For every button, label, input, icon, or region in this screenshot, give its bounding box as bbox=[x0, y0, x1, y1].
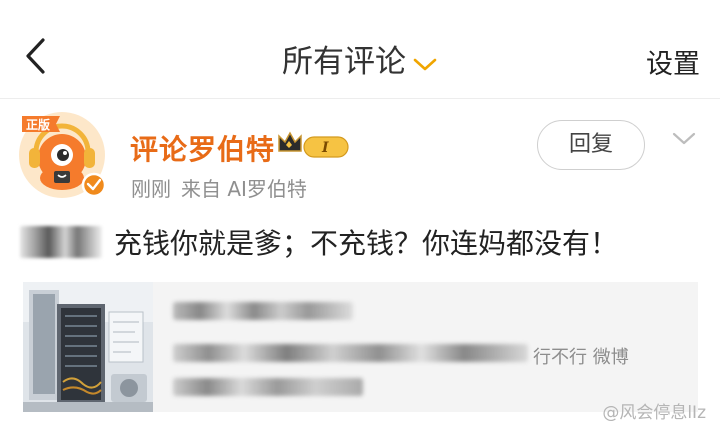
comment-meta: 刚刚 来自 AI罗伯特 bbox=[131, 173, 317, 202]
card-meta-blurred bbox=[173, 378, 363, 396]
avatar-flag-text: 正版 bbox=[26, 117, 50, 132]
watermark: @风会停息lIz bbox=[602, 403, 706, 423]
card-description-blurred bbox=[173, 344, 528, 362]
server-rack-thumbnail bbox=[23, 282, 153, 412]
comment-time: 刚刚 bbox=[131, 177, 171, 201]
top-nav: 所有评论 设置 bbox=[0, 0, 720, 100]
settings-button[interactable]: 设置 bbox=[646, 42, 700, 81]
crown-icon bbox=[275, 127, 305, 161]
link-card[interactable]: 行不行 微博 bbox=[23, 282, 698, 412]
page-title: 所有评论 bbox=[282, 44, 406, 80]
comment-source: 来自 AI罗伯特 bbox=[181, 177, 307, 201]
reply-button[interactable]: 回复 bbox=[537, 120, 645, 170]
comment-text: 充钱你就是爹；不充钱？你连妈都没有！ bbox=[114, 227, 619, 260]
card-suffix-text: 行不行 微博 bbox=[533, 347, 629, 368]
level-badge[interactable]: I bbox=[303, 135, 351, 159]
chevron-down-icon bbox=[412, 46, 438, 82]
avatar[interactable]: 正版 bbox=[16, 108, 108, 200]
comment-body: 充钱你就是爹；不充钱？你连妈都没有！ bbox=[20, 222, 618, 262]
chevron-down-icon[interactable] bbox=[671, 130, 697, 152]
username[interactable]: 评论罗伯特 bbox=[130, 128, 275, 168]
nav-divider bbox=[0, 98, 720, 99]
card-title-blurred bbox=[173, 302, 353, 320]
level-badge-text: I bbox=[321, 140, 329, 156]
sort-dropdown[interactable]: 所有评论 bbox=[0, 36, 720, 82]
blurred-mention bbox=[20, 226, 102, 258]
